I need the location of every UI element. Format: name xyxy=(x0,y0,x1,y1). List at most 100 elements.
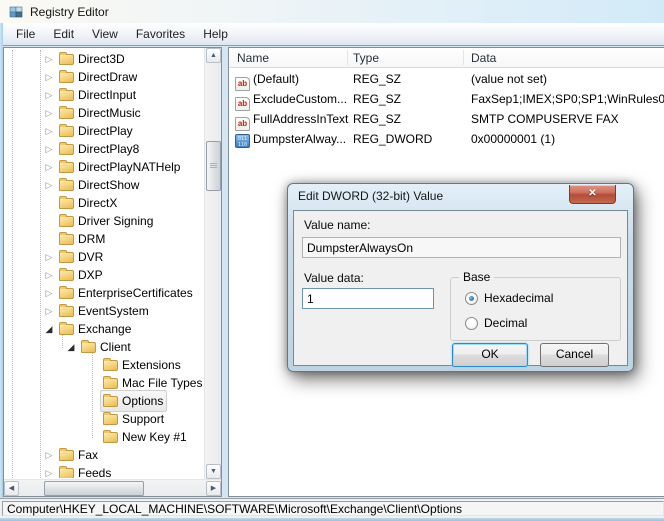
tree-collapsed-icon[interactable]: ▷ xyxy=(42,284,56,302)
column-header-type[interactable]: Type xyxy=(353,48,379,68)
folder-icon xyxy=(59,234,74,245)
folder-icon xyxy=(81,342,96,353)
tree-item-feeds[interactable]: ▷ Feeds xyxy=(4,464,203,478)
tree-collapsed-icon[interactable]: ▷ xyxy=(42,446,56,464)
radio-option-decimal[interactable]: Decimal xyxy=(465,316,527,330)
tree-expanded-icon[interactable]: ◢ xyxy=(42,320,56,338)
scroll-down-button[interactable]: ▼ xyxy=(206,464,221,479)
folder-icon xyxy=(59,198,74,209)
column-separator[interactable] xyxy=(463,50,464,65)
menu-file[interactable]: File xyxy=(7,24,44,44)
menu-bar: FileEditViewFavoritesHelp xyxy=(3,23,664,46)
folder-icon xyxy=(59,126,74,137)
folder-icon xyxy=(59,306,74,317)
status-bar: Computer\HKEY_LOCAL_MACHINE\SOFTWARE\Mic… xyxy=(0,498,664,518)
window-title: Registry Editor xyxy=(30,5,109,19)
value-type: REG_DWORD xyxy=(353,129,432,149)
scroll-left-button[interactable]: ◀ xyxy=(4,481,19,496)
folder-icon xyxy=(59,90,74,101)
folder-icon xyxy=(59,468,74,479)
column-separator[interactable] xyxy=(347,50,348,65)
folder-icon xyxy=(103,360,118,371)
tree-item-body: New Key #1 xyxy=(100,426,191,448)
edit-dword-dialog: Edit DWORD (32-bit) Value ✕ Value name: … xyxy=(287,183,634,372)
folder-icon xyxy=(59,324,74,335)
tree-collapsed-icon[interactable]: ▷ xyxy=(42,122,56,140)
tree-item-label: Feeds xyxy=(78,464,111,478)
scroll-right-button[interactable]: ▶ xyxy=(206,481,221,496)
scroll-up-button[interactable]: ▲ xyxy=(206,48,221,63)
tree-rows: ▷Direct3D▷DirectDraw▷DirectInput▷DirectM… xyxy=(4,50,203,478)
tree-horizontal-scrollbar[interactable]: ◀ ▶ xyxy=(4,479,221,496)
column-header-data[interactable]: Data xyxy=(471,48,496,68)
tree-collapsed-icon[interactable]: ▷ xyxy=(42,266,56,284)
registry-tree-panel: ▷Direct3D▷DirectDraw▷DirectInput▷DirectM… xyxy=(3,47,222,497)
tree-collapsed-icon[interactable]: ▷ xyxy=(42,140,56,158)
dialog-body: Value name: Value data: Base Hexadecimal… xyxy=(293,210,628,366)
tree-vertical-scrollbar[interactable]: ▲ ▼ xyxy=(204,48,221,479)
tree-hscroll-thumb[interactable] xyxy=(44,481,144,496)
value-data-label: Value data: xyxy=(304,271,364,285)
tree-collapsed-icon[interactable]: ▷ xyxy=(42,86,56,104)
tree-collapsed-icon[interactable]: ▷ xyxy=(42,302,56,320)
value-name-input[interactable] xyxy=(302,237,621,258)
folder-icon xyxy=(59,252,74,263)
value-row-dumpsteralway[interactable]: 011110DumpsterAlway...REG_DWORD0x0000000… xyxy=(229,129,664,149)
tree-collapsed-icon[interactable]: ▷ xyxy=(42,50,56,68)
status-path: Computer\HKEY_LOCAL_MACHINE\SOFTWARE\Mic… xyxy=(2,501,664,516)
menu-edit[interactable]: Edit xyxy=(44,24,83,44)
folder-icon xyxy=(59,270,74,281)
folder-icon xyxy=(103,378,118,389)
menu-favorites[interactable]: Favorites xyxy=(127,24,194,44)
ok-button[interactable]: OK xyxy=(452,343,528,367)
value-name: ExcludeCustom... xyxy=(253,89,347,109)
registry-editor-icon xyxy=(8,4,24,20)
folder-icon xyxy=(103,396,118,407)
column-header-name[interactable]: Name xyxy=(237,48,269,68)
value-name: (Default) xyxy=(253,69,299,89)
tree-collapsed-icon[interactable]: ▷ xyxy=(42,104,56,122)
dialog-title: Edit DWORD (32-bit) Value xyxy=(298,189,443,203)
folder-icon xyxy=(59,144,74,155)
tree-expanded-icon[interactable]: ◢ xyxy=(64,338,78,356)
menu-view[interactable]: View xyxy=(83,24,127,44)
tree-vscroll-thumb[interactable] xyxy=(206,141,221,191)
menu-help[interactable]: Help xyxy=(194,24,237,44)
value-name: DumpsterAlway... xyxy=(253,129,346,149)
value-name: FullAddressInText xyxy=(253,109,348,129)
value-type: REG_SZ xyxy=(353,109,401,129)
list-header: Name Type Data xyxy=(229,48,664,68)
reg-dword-icon: 011110 xyxy=(235,134,250,148)
radio-label: Hexadecimal xyxy=(484,291,553,305)
radio-decimal-icon[interactable] xyxy=(465,317,478,330)
value-row-excludecustom[interactable]: abExcludeCustom...REG_SZFaxSep1;IMEX;SP0… xyxy=(229,89,664,109)
base-groupbox: Base HexadecimalDecimal xyxy=(450,277,621,341)
folder-icon xyxy=(59,288,74,299)
value-name-label: Value name: xyxy=(304,218,371,232)
value-type: REG_SZ xyxy=(353,89,401,109)
tree-collapsed-icon[interactable]: ▷ xyxy=(42,248,56,266)
folder-icon xyxy=(59,108,74,119)
tree-collapsed-icon[interactable]: ▷ xyxy=(42,158,56,176)
radio-hexadecimal-icon[interactable] xyxy=(465,292,478,305)
tree-collapsed-icon[interactable]: ▷ xyxy=(42,464,56,478)
value-type: REG_SZ xyxy=(353,69,401,89)
close-icon: ✕ xyxy=(588,188,596,199)
value-row-default[interactable]: ab(Default)REG_SZ(value not set) xyxy=(229,69,664,89)
folder-icon xyxy=(59,450,74,461)
cancel-button[interactable]: Cancel xyxy=(540,343,609,367)
value-row-fulladdressintext[interactable]: abFullAddressInTextREG_SZSMTP COMPUSERVE… xyxy=(229,109,664,129)
dialog-close-button[interactable]: ✕ xyxy=(569,185,616,204)
tree-item-label: New Key #1 xyxy=(122,428,187,446)
value-data-input[interactable] xyxy=(302,288,434,309)
value-data: SMTP COMPUSERVE FAX xyxy=(471,109,619,129)
tree-collapsed-icon[interactable]: ▷ xyxy=(42,176,56,194)
radio-option-hexadecimal[interactable]: Hexadecimal xyxy=(465,291,553,305)
tree-item-new-key-1[interactable]: New Key #1 xyxy=(4,428,203,446)
folder-icon xyxy=(59,54,74,65)
folder-icon xyxy=(103,414,118,425)
title-bar: Registry Editor xyxy=(0,0,664,23)
base-group-label: Base xyxy=(459,270,494,284)
tree-collapsed-icon[interactable]: ▷ xyxy=(42,68,56,86)
folder-icon xyxy=(59,72,74,83)
